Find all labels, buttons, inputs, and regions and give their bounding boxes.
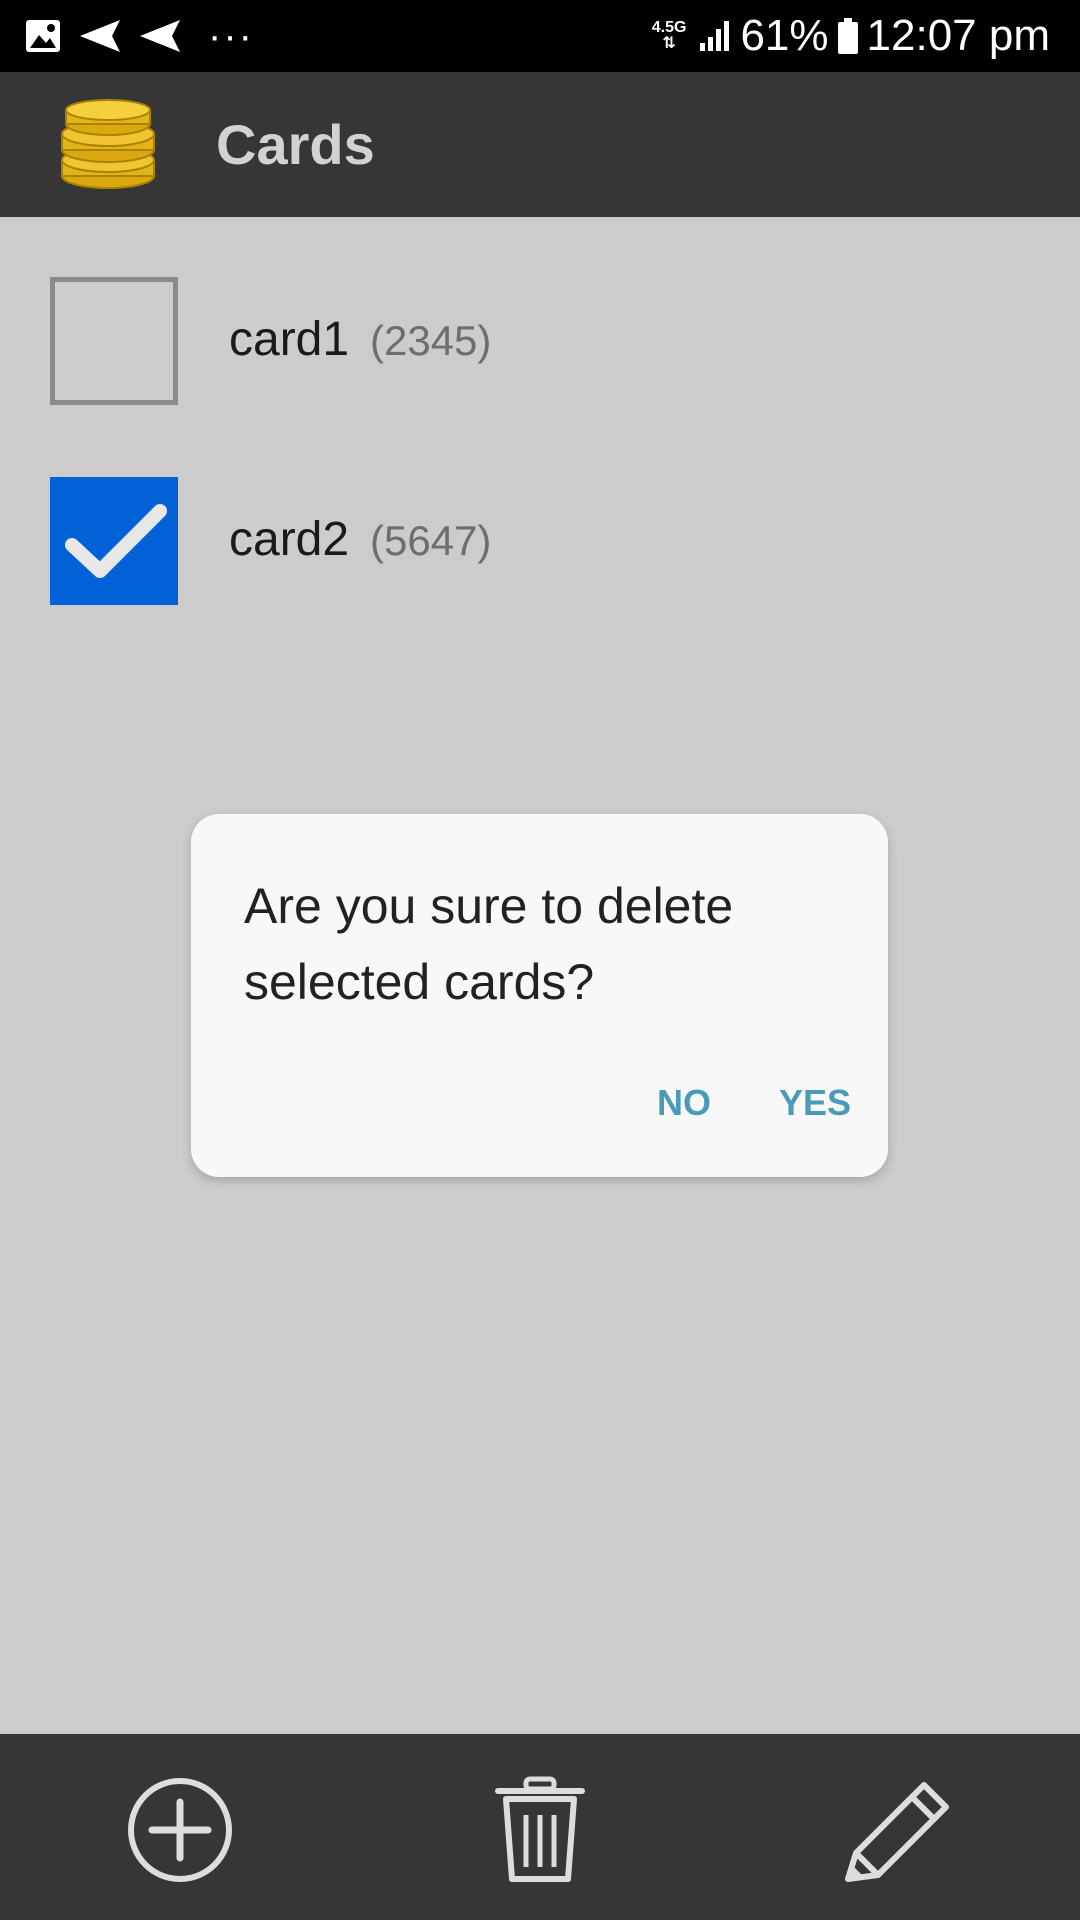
image-notification-icon bbox=[26, 20, 60, 52]
list-item[interactable]: card1 (2345) bbox=[0, 247, 1080, 407]
delete-confirmation-dialog: Are you sure to delete selected cards? N… bbox=[191, 814, 888, 1177]
signal-icon bbox=[700, 21, 730, 51]
data-transfer-icon: ⇅ bbox=[662, 35, 676, 52]
card-name: card1 bbox=[229, 313, 350, 366]
app-bar: Cards bbox=[0, 72, 1080, 217]
card-checkbox[interactable] bbox=[50, 277, 178, 405]
checkmark-icon bbox=[65, 504, 167, 578]
page-title: Cards bbox=[216, 113, 375, 176]
card-number: (2345) bbox=[370, 317, 492, 364]
network-type-label: 4.5G bbox=[651, 19, 687, 36]
status-indicators: 4.5G ⇅ 61% 12:07 pm bbox=[652, 10, 1050, 62]
bottom-toolbar bbox=[0, 1734, 1080, 1920]
more-notifications-indicator: ··· bbox=[208, 14, 254, 58]
status-notifications: ··· bbox=[24, 14, 254, 58]
yes-button[interactable]: YES bbox=[779, 1082, 851, 1124]
dialog-message: Are you sure to delete selected cards? bbox=[244, 878, 734, 1010]
add-card-button[interactable] bbox=[120, 1770, 240, 1890]
list-item[interactable]: card2 (5647) bbox=[0, 447, 1080, 607]
add-circle-icon bbox=[128, 1778, 232, 1882]
battery-icon bbox=[837, 18, 858, 54]
status-bar: ··· 4.5G ⇅ 61% 12:07 pm bbox=[0, 0, 1080, 72]
card-number: (5647) bbox=[370, 517, 492, 564]
no-button[interactable]: NO bbox=[657, 1082, 711, 1124]
trash-icon bbox=[495, 1776, 585, 1882]
status-time: 12:07 pm bbox=[866, 11, 1050, 60]
coins-stack-icon bbox=[61, 99, 155, 189]
card-checkbox[interactable] bbox=[50, 477, 178, 605]
network-type: 4.5G ⇅ bbox=[652, 20, 687, 52]
card-name: card2 bbox=[229, 513, 350, 566]
edit-card-button[interactable] bbox=[840, 1770, 960, 1890]
pencil-icon bbox=[845, 1782, 949, 1882]
battery-percent: 61% bbox=[740, 11, 829, 60]
send-notification-icon bbox=[140, 20, 180, 52]
delete-card-button[interactable] bbox=[480, 1770, 600, 1890]
send-notification-icon bbox=[80, 20, 120, 52]
